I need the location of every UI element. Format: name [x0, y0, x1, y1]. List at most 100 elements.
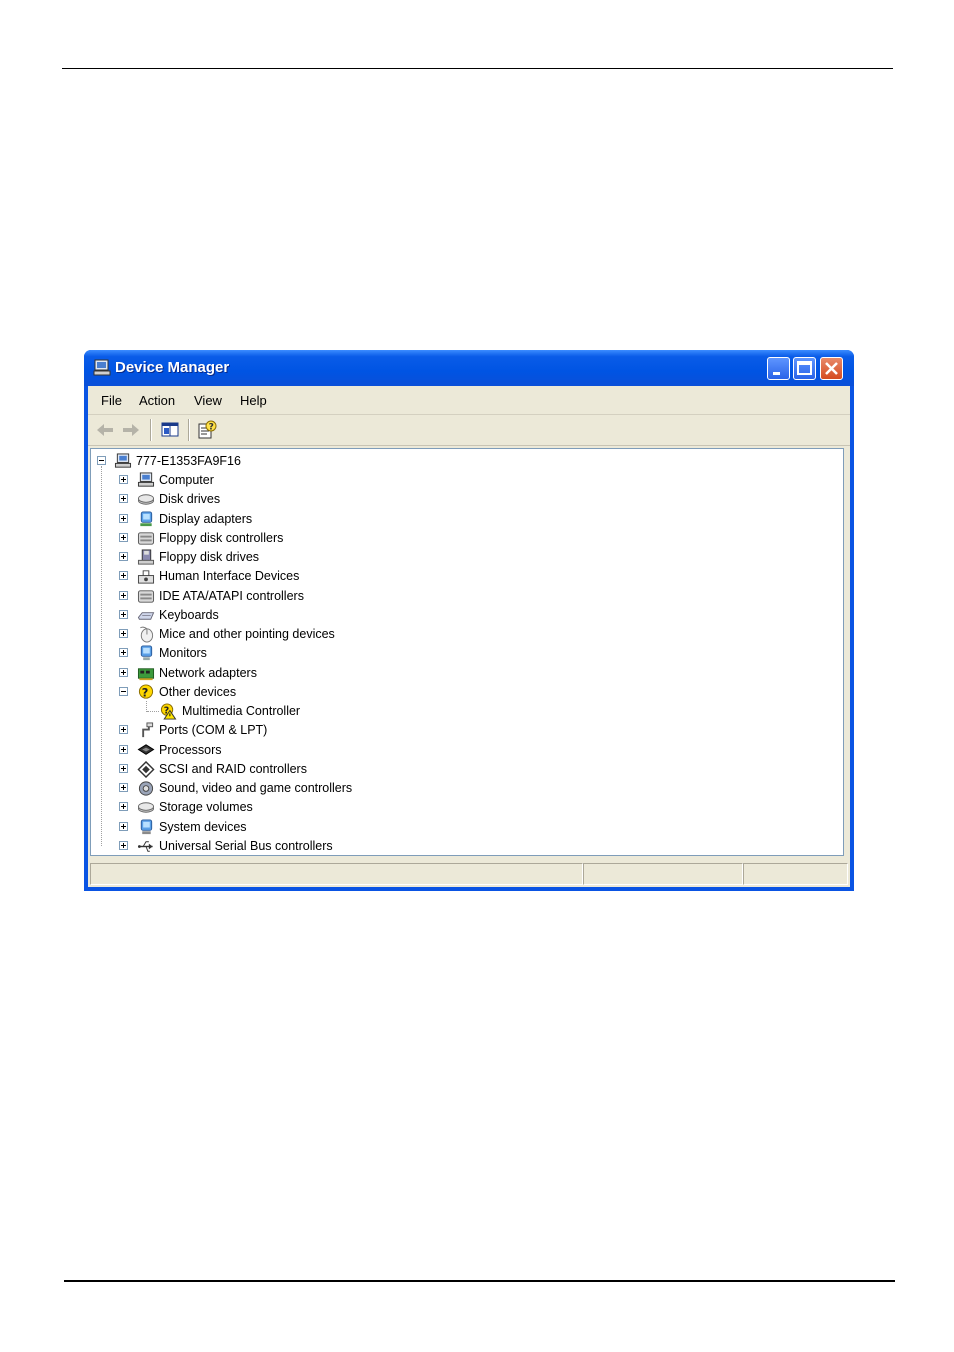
menu-bar: File Action View Help [88, 386, 850, 415]
tree-category-label: Network adapters [159, 666, 257, 680]
tree-category-node[interactable]: Keyboards [91, 606, 831, 625]
collapse-toggle[interactable] [97, 456, 106, 465]
tree-category-label: Other devices [159, 685, 237, 699]
page-top-rule [62, 68, 893, 69]
mouse-icon [140, 626, 154, 643]
tree-category-label: Ports (COM & LPT) [159, 723, 268, 737]
tree-category-node[interactable]: Sound, video and game controllers [91, 779, 831, 798]
maximize-icon [797, 361, 812, 375]
tree-category-label: Floppy disk controllers [159, 531, 284, 545]
expand-toggle[interactable] [119, 533, 128, 542]
display-adapter-icon [140, 511, 153, 527]
expand-toggle[interactable] [119, 475, 128, 484]
expand-toggle[interactable] [119, 802, 128, 811]
computer-icon [114, 453, 132, 468]
tree-category-label: Mice and other pointing devices [159, 627, 335, 641]
menu-action[interactable]: Action [139, 393, 175, 408]
device-manager-window: Device Manager File Action View Help ? 7… [84, 350, 854, 891]
forward-arrow-icon[interactable] [120, 419, 142, 441]
expand-toggle[interactable] [119, 822, 128, 831]
usb-icon [137, 841, 153, 852]
computer-icon [93, 359, 111, 376]
expand-toggle[interactable] [119, 841, 128, 850]
toolbar-separator [150, 419, 152, 441]
expand-toggle[interactable] [119, 668, 128, 677]
expand-toggle[interactable] [119, 629, 128, 638]
tree-category-label: System devices [159, 820, 247, 834]
tree-category-label: Keyboards [159, 608, 219, 622]
port-icon [142, 722, 154, 738]
tree-category-label: IDE ATA/ATAPI controllers [159, 589, 304, 603]
close-button[interactable] [820, 357, 843, 380]
network-adapter-icon [137, 668, 155, 681]
tree-category-label: Floppy disk drives [159, 550, 260, 564]
status-pane-3 [743, 863, 848, 885]
tree-category-node[interactable]: ? Other devices [91, 683, 831, 702]
tree-category-node[interactable]: SCSI and RAID controllers [91, 760, 831, 779]
tree-category-label: Computer [159, 473, 214, 487]
show-hide-console-tree-icon[interactable] [159, 419, 181, 441]
tree-category-node[interactable]: Computer [91, 471, 831, 490]
minimize-icon [773, 372, 780, 375]
collapse-toggle[interactable] [119, 687, 128, 696]
expand-toggle[interactable] [119, 571, 128, 580]
tree-device-node[interactable]: ? Multimedia Controller [91, 702, 831, 721]
tree-category-node[interactable]: Universal Serial Bus controllers [91, 837, 831, 856]
expand-toggle[interactable] [119, 494, 128, 503]
tree-category-node[interactable]: Network adapters [91, 664, 831, 683]
tree-category-node[interactable]: Processors [91, 741, 831, 760]
tree-category-node[interactable]: IDE ATA/ATAPI controllers [91, 587, 831, 606]
tree-category-label: Sound, video and game controllers [159, 781, 353, 795]
title-bar[interactable]: Device Manager [84, 350, 854, 386]
hid-icon [137, 570, 155, 584]
tree-category-node[interactable]: Storage volumes [91, 798, 831, 817]
tree-root-node[interactable]: 777-E1353FA9F16 [91, 452, 831, 471]
tree-category-label: Monitors [159, 646, 207, 660]
page-bottom-rule [64, 1280, 895, 1282]
tree-category-node[interactable]: System devices [91, 818, 831, 837]
expand-toggle[interactable] [119, 745, 128, 754]
expand-toggle[interactable] [119, 648, 128, 657]
svg-text:?: ? [142, 685, 149, 699]
tree-category-node[interactable]: Mice and other pointing devices [91, 625, 831, 644]
computer-icon [137, 472, 155, 487]
expand-toggle[interactable] [119, 725, 128, 734]
expand-toggle[interactable] [119, 783, 128, 792]
expand-toggle[interactable] [119, 764, 128, 773]
tree-category-node[interactable]: Floppy disk controllers [91, 529, 831, 548]
tree-root-label: 777-E1353FA9F16 [136, 454, 241, 468]
warning-device-icon: ? [160, 703, 177, 720]
status-pane-2 [583, 863, 743, 885]
menu-file[interactable]: File [101, 393, 122, 408]
toolbar-separator [188, 419, 190, 441]
expand-toggle[interactable] [119, 514, 128, 523]
device-tree: 777-E1353FA9F16 Computer Disk drives Displa… [90, 448, 844, 856]
menu-help[interactable]: Help [240, 393, 267, 408]
properties-icon[interactable]: ? [196, 419, 218, 441]
tree-category-node[interactable]: Human Interface Devices [91, 567, 831, 586]
minimize-button[interactable] [767, 357, 790, 380]
close-icon [825, 362, 838, 375]
maximize-button[interactable] [793, 357, 816, 380]
svg-text:?: ? [209, 423, 214, 433]
tree-category-label: Display adapters [159, 512, 253, 526]
floppy-drive-icon [137, 549, 155, 565]
tree-category-node[interactable]: Monitors [91, 644, 831, 663]
scsi-icon [137, 761, 155, 778]
monitor-icon [140, 645, 153, 661]
back-arrow-icon[interactable] [94, 419, 116, 441]
expand-toggle[interactable] [119, 610, 128, 619]
menu-view[interactable]: View [194, 393, 222, 408]
expand-toggle[interactable] [119, 591, 128, 600]
tree-category-node[interactable]: Display adapters [91, 510, 831, 529]
tree-category-label: Human Interface Devices [159, 569, 300, 583]
tree-category-node[interactable]: Ports (COM & LPT) [91, 721, 831, 740]
storage-volume-icon [137, 802, 155, 813]
tree-category-node[interactable]: Floppy disk drives [91, 548, 831, 567]
processor-icon [137, 744, 155, 755]
tree-category-node[interactable]: Disk drives [91, 490, 831, 509]
status-pane-main [90, 863, 583, 885]
toolbar: ? [88, 415, 850, 446]
expand-toggle[interactable] [119, 552, 128, 561]
system-device-icon [140, 819, 153, 835]
